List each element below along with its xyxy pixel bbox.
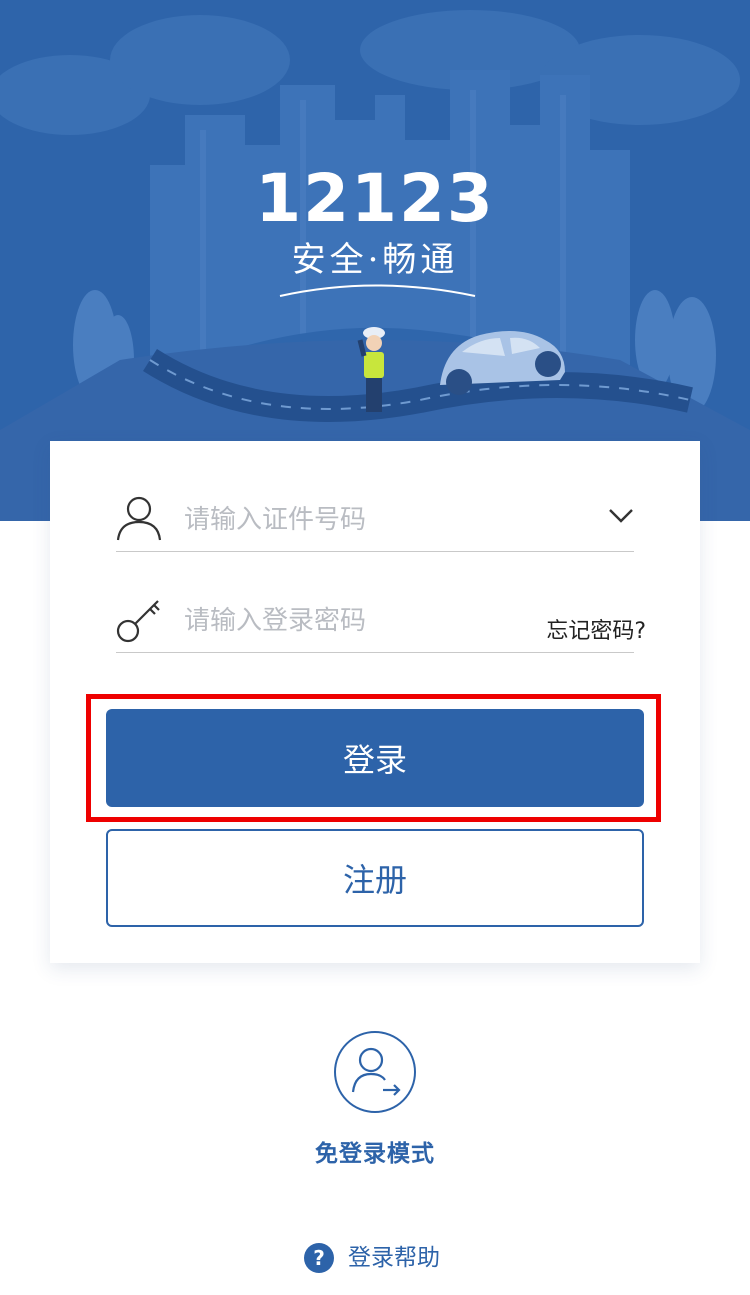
login-card: 忘记密码? 登录 注册 bbox=[50, 441, 700, 963]
guest-login-icon bbox=[333, 1030, 417, 1114]
chevron-down-icon[interactable] bbox=[608, 508, 634, 528]
register-button[interactable]: 注册 bbox=[106, 829, 644, 927]
app-logo-number: 12123 bbox=[255, 160, 495, 237]
forgot-password-link[interactable]: 忘记密码? bbox=[546, 613, 646, 645]
guest-mode-label: 免登录模式 bbox=[315, 1141, 435, 1167]
id-number-input[interactable] bbox=[184, 500, 524, 540]
key-icon bbox=[116, 597, 162, 647]
login-button[interactable]: 登录 bbox=[106, 709, 644, 807]
password-input[interactable] bbox=[184, 601, 524, 641]
id-number-row bbox=[116, 492, 634, 552]
app-slogan: 安全·畅通 bbox=[291, 240, 459, 280]
login-help-label: 登录帮助 bbox=[348, 1245, 440, 1271]
password-row: 忘记密码? bbox=[116, 593, 646, 653]
user-icon bbox=[116, 496, 162, 546]
help-question-icon: ? bbox=[304, 1243, 334, 1273]
guest-mode-button[interactable]: 免登录模式 bbox=[275, 1030, 475, 1168]
